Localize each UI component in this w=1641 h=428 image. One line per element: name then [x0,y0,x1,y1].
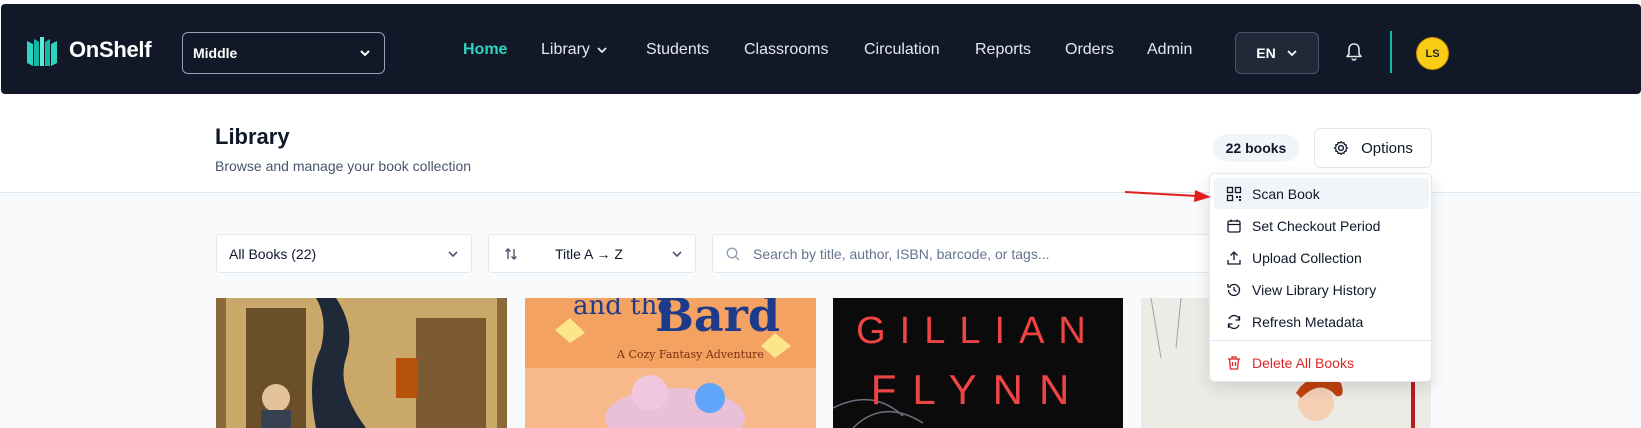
user-avatar[interactable]: LS [1416,37,1449,70]
nav-students[interactable]: Students [646,41,709,59]
collection-filter-select[interactable]: All Books (22) [216,234,472,273]
cover-author-line2: FLYNN [870,366,1086,413]
language-value: EN [1256,45,1276,61]
cover-author-line1: GILLIAN [856,310,1100,352]
collection-filter-value: All Books (22) [229,245,317,262]
nav-circulation[interactable]: Circulation [864,41,940,59]
page-title: Library [215,124,290,149]
book-count-badge: 22 books [1213,134,1299,162]
qr-icon [1226,186,1242,201]
book-cover[interactable]: GILLIAN FLYNN [833,298,1123,428]
cover-subtitle: A Cozy Fantasy Adventure [617,348,764,361]
nav-home[interactable]: Home [463,41,507,59]
book-cover-illustration [216,298,507,428]
annotation-arrow-icon [1124,190,1211,202]
cover-title-line2: Bard [655,298,781,342]
language-select[interactable]: EN [1235,32,1319,74]
sort-arrows-icon [505,247,517,260]
chevron-down-icon [597,47,607,54]
options-button[interactable]: Options [1314,128,1432,168]
options-menu: Scan Book Set Checkout Period Upload Col… [1209,173,1432,382]
menu-item-scan-book[interactable]: Scan Book [1214,178,1429,209]
chevron-down-icon [672,251,682,258]
chevron-down-icon [448,251,458,258]
nav-library[interactable]: Library [541,41,608,59]
book-cover[interactable] [216,298,507,428]
menu-divider [1210,340,1431,341]
page-subtitle: Browse and manage your book collection [215,158,472,174]
options-label: Options [1361,139,1413,157]
search-field[interactable]: Search by title, author, ISBN, barcode, … [712,234,1227,273]
nav-orders[interactable]: Orders [1065,41,1114,59]
book-cover[interactable]: and the Bard A Cozy Fantasy Adventure [525,298,816,428]
upload-icon [1227,250,1241,265]
nav-divider [1390,31,1392,73]
books-logo-icon [27,37,57,66]
notifications-bell-icon[interactable] [1344,42,1364,62]
search-input[interactable]: Search by title, author, ISBN, barcode, … [753,246,1050,262]
history-icon [1227,283,1241,296]
school-select-value: Middle [193,45,238,61]
sort-value: Title A → Z [555,245,623,262]
menu-item-set-checkout-period[interactable]: Set Checkout Period [1214,210,1429,241]
nav-reports[interactable]: Reports [975,41,1031,59]
chevron-down-icon [360,50,370,57]
nav-classrooms[interactable]: Classrooms [744,41,828,59]
menu-item-upload-collection[interactable]: Upload Collection [1214,242,1429,273]
sort-select[interactable]: Title A → Z [488,234,696,273]
calendar-icon [1227,219,1241,233]
menu-item-refresh-metadata[interactable]: Refresh Metadata [1214,306,1429,337]
school-select[interactable]: Middle [182,32,385,74]
menu-item-delete-all-books[interactable]: Delete All Books [1214,347,1429,378]
menu-item-view-library-history[interactable]: View Library History [1214,274,1429,305]
gear-icon [1334,140,1349,156]
app-name[interactable]: OnShelf [69,37,152,63]
top-navigation-bar: OnShelf Middle Home Library Students Cla… [1,4,1641,94]
chevron-down-icon [1287,50,1297,57]
refresh-icon [1227,314,1241,329]
trash-icon [1228,355,1240,370]
nav-admin[interactable]: Admin [1147,41,1192,59]
search-icon [726,246,740,261]
